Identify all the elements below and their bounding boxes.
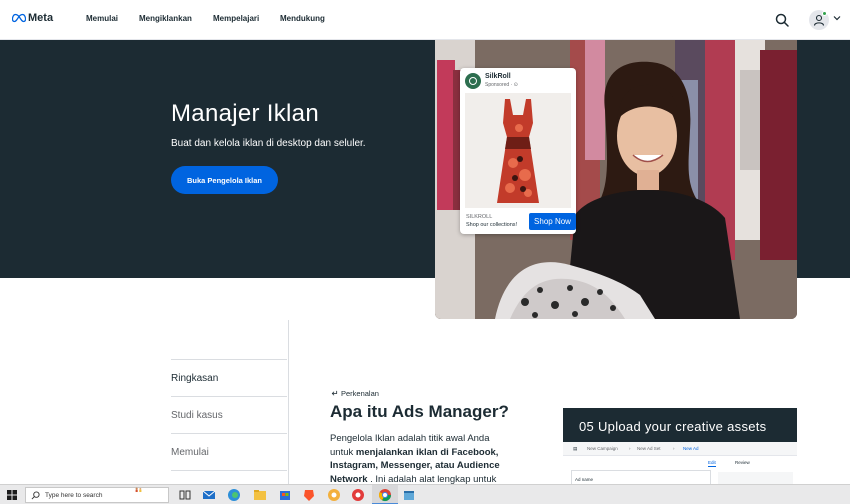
sample-ad-card: SilkRoll Sponsored · ⊙ SILKROLL Shop our… [460,68,576,234]
sidenav-item-memulai[interactable]: Memulai [171,433,287,470]
editor-tab-review: Review [735,460,750,465]
ad-brand-name: SilkRoll [485,73,511,80]
nav-link-mengiklankan[interactable]: Mengiklankan [139,14,192,23]
crumb-new-ad: New Ad [683,446,699,451]
intro-paragraph: Pengelola Iklan adalah titik awal Anda u… [330,432,508,486]
brave-browser-icon[interactable] [302,488,316,502]
page-title: Manajer Iklan [171,100,319,127]
editor-breadcrumb-bar: ▤ New Campaign › New Ad Set › New Ad [563,442,797,456]
editor-preview-panel [718,472,793,484]
intro-text-2: . Ini adalah alat lengkap untuk [367,473,497,485]
meta-infinity-icon [12,13,26,23]
ad-domain: SILKROLL [466,214,493,220]
ad-product-image [465,93,571,208]
mail-icon[interactable] [202,488,216,502]
red-app-icon[interactable] [351,488,365,502]
logo-text: Meta [28,12,54,24]
task-view-icon[interactable] [178,488,192,502]
chrome-canary-icon[interactable] [327,488,341,502]
file-explorer-icon[interactable] [253,488,267,502]
meta-logo[interactable]: Meta [12,12,53,24]
ads-manager-screenshot: ▤ New Campaign › New Ad Set › New Ad Edi… [563,442,797,484]
crumb-new-ad-set: New Ad Set [637,446,661,451]
search-icon[interactable] [775,13,789,27]
hero-subtitle: Buat dan kelola iklan di desktop dan sel… [171,138,366,149]
crumb-new-campaign: New Campaign [587,446,618,451]
ad-caption: Shop our collections! [466,222,518,228]
search-highlight-illustration-icon [135,487,142,493]
shop-now-button[interactable]: Shop Now [529,213,576,230]
sidenav-item-ringkasan[interactable]: Ringkasan [171,359,287,396]
sidenav-item-studi-kasus[interactable]: Studi kasus [171,396,287,433]
top-navigation: Meta Memulai Mengiklankan Mempelajari Me… [0,0,850,40]
crumb-chevron-icon: › [629,446,631,451]
search-icon [31,491,40,500]
chevron-down-icon[interactable] [833,15,841,21]
windows-taskbar: Type here to search [0,484,850,504]
edge-browser-icon[interactable] [227,488,241,502]
store-icon[interactable] [278,488,292,502]
nav-link-mendukung[interactable]: Mendukung [280,14,325,23]
nav-link-mempelajari[interactable]: Mempelajari [213,14,259,23]
intro-tag-label: Perkenalan [341,389,379,398]
sidenav-divider [171,470,287,484]
crumb-chevron-icon: › [673,446,675,451]
chrome-browser-icon[interactable] [378,488,392,502]
vertical-divider [288,320,289,484]
tutorial-video-preview[interactable]: 05 Upload your creative assets ▤ New Cam… [563,408,797,484]
editor-tab-edit: Edit [708,460,716,467]
taskbar-search-box[interactable]: Type here to search [25,487,169,503]
online-status-dot [822,11,827,16]
intro-heading: Apa itu Ads Manager? [330,402,509,421]
open-ads-manager-button[interactable]: Buka Pengelola Iklan [171,166,278,194]
ad-sponsored-label: Sponsored · ⊙ [485,82,518,88]
silkroll-logo-icon [465,73,481,89]
video-title: 05 Upload your creative assets [579,419,767,434]
app-window-icon[interactable] [402,488,416,502]
windows-start-icon[interactable] [7,490,17,500]
red-dress-image [465,93,571,208]
panel-toggle-icon: ▤ [573,446,578,451]
intro-section-tag: Perkenalan [331,389,379,398]
return-arrow-icon [331,390,338,396]
taskbar-search-placeholder: Type here to search [45,491,103,499]
nav-link-memulai[interactable]: Memulai [86,14,118,23]
ad-name-field-label: Ad name [575,477,594,482]
